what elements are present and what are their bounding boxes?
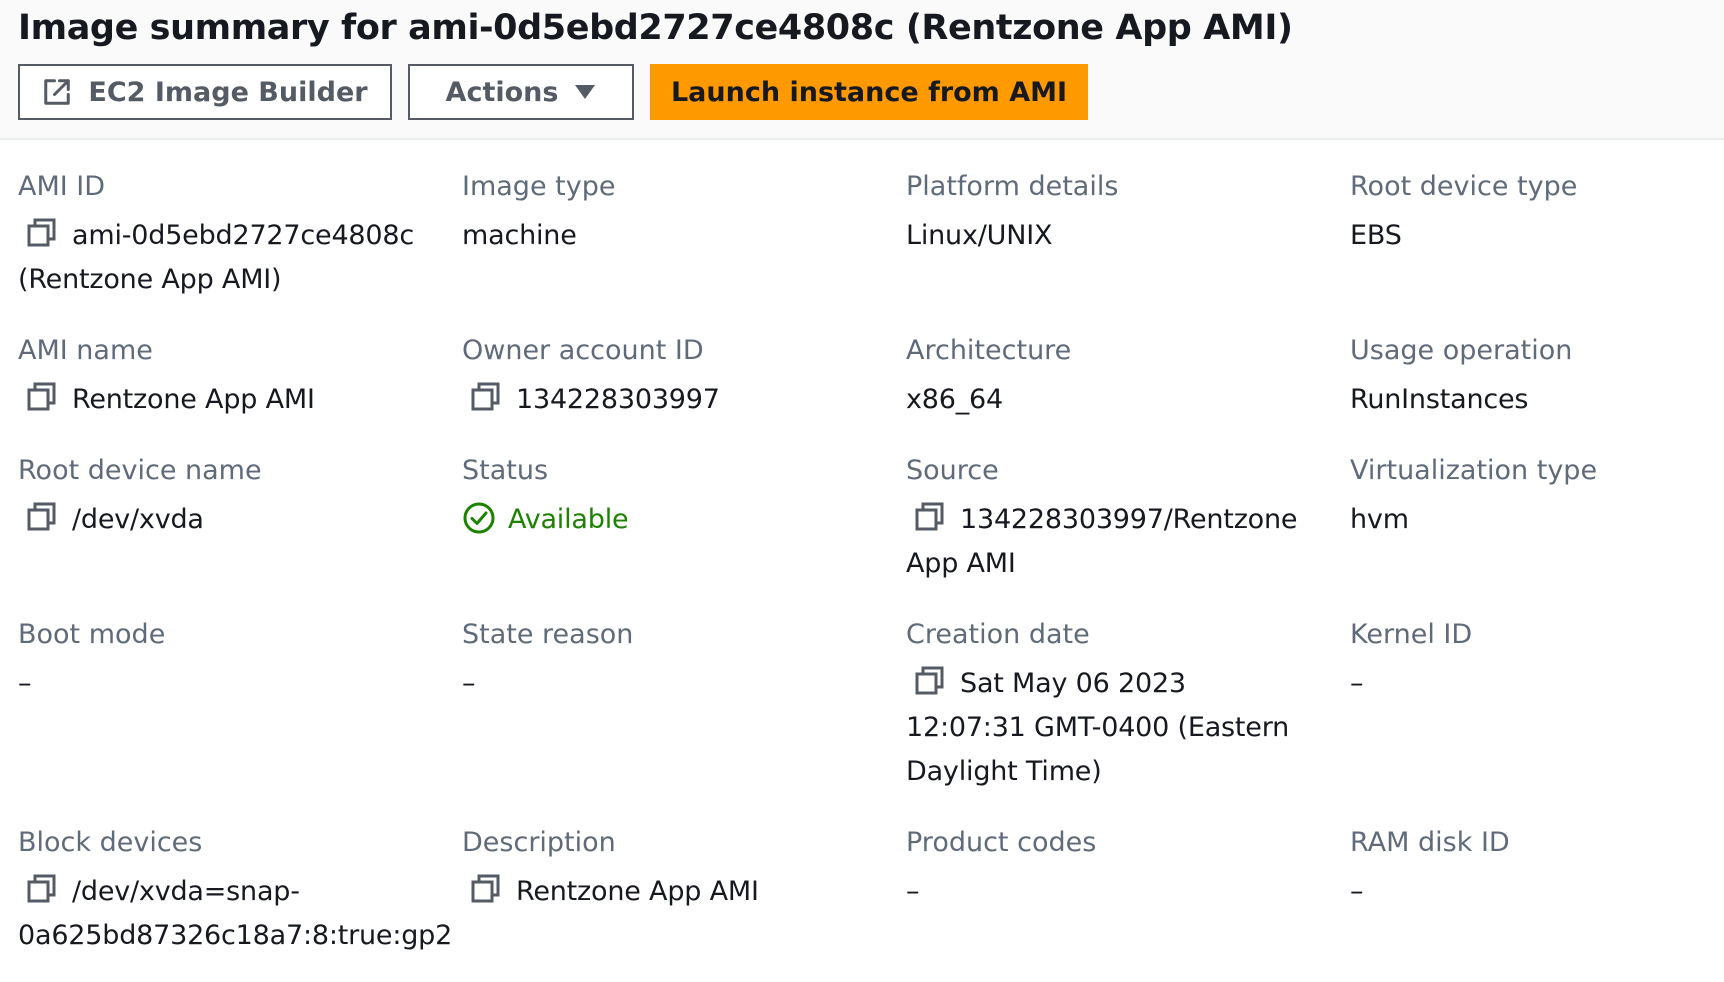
copy-icon[interactable] <box>26 501 58 533</box>
product-codes-label: Product codes <box>906 827 1097 858</box>
actions-dropdown-button[interactable]: Actions <box>408 64 634 120</box>
state-reason-label: State reason <box>462 619 634 650</box>
ami-details-grid: AMI ID ami-0d5ebd2727ce4808c (Rentzone A… <box>18 140 1708 982</box>
check-circle-icon <box>463 502 495 534</box>
owner-account-id-value: 134228303997 <box>462 378 862 422</box>
source-text: 134228303997/Rentzone App AMI <box>906 504 1298 579</box>
platform-details-label: Platform details <box>906 171 1119 202</box>
virtualization-type-label: Virtualization type <box>1350 455 1598 486</box>
kernel-id-value: – <box>1350 668 1364 699</box>
usage-operation-value: RunInstances <box>1350 384 1529 415</box>
launch-instance-label: Launch instance from AMI <box>670 76 1068 108</box>
status-field: Status Available <box>462 454 862 542</box>
caret-down-icon <box>574 84 596 100</box>
usage-operation-label: Usage operation <box>1350 335 1573 366</box>
ami-name-field: AMI name Rentzone App AMI <box>18 334 418 422</box>
ram-disk-id-label: RAM disk ID <box>1350 827 1510 858</box>
creation-date-label: Creation date <box>906 619 1090 650</box>
ec2-image-builder-button[interactable]: EC2 Image Builder <box>18 64 392 120</box>
block-devices-field: Block devices /dev/xvda=snap-0a625bd8732… <box>18 826 458 958</box>
ami-name-text: Rentzone App AMI <box>72 384 315 415</box>
ram-disk-id-field: RAM disk ID – <box>1350 826 1724 914</box>
launch-instance-button[interactable]: Launch instance from AMI <box>650 64 1088 120</box>
copy-icon[interactable] <box>26 873 58 905</box>
ami-id-value: ami-0d5ebd2727ce4808c (Rentzone App AMI) <box>18 214 418 302</box>
status-badge: Available <box>508 504 629 535</box>
ami-id-label: AMI ID <box>18 171 106 202</box>
copy-icon[interactable] <box>470 381 502 413</box>
description-value: Rentzone App AMI <box>462 870 862 914</box>
architecture-field: Architecture x86_64 <box>906 334 1306 422</box>
usage-operation-field: Usage operation RunInstances <box>1350 334 1724 422</box>
description-field: Description Rentzone App AMI <box>462 826 862 914</box>
owner-account-id-text: 134228303997 <box>516 384 720 415</box>
source-label: Source <box>906 455 999 486</box>
state-reason-field: State reason – <box>462 618 862 706</box>
image-type-label: Image type <box>462 171 616 202</box>
ami-id-field: AMI ID ami-0d5ebd2727ce4808c (Rentzone A… <box>18 170 418 302</box>
block-devices-value: /dev/xvda=snap-0a625bd87326c18a7:8:true:… <box>18 870 452 958</box>
creation-date-value: Sat May 06 2023 12:07:31 GMT-0400 (Easte… <box>906 662 1306 794</box>
root-device-type-label: Root device type <box>1350 171 1578 202</box>
root-device-name-value: /dev/xvda <box>18 498 418 542</box>
ami-id-text: ami-0d5ebd2727ce4808c (Rentzone App AMI) <box>18 220 415 295</box>
kernel-id-label: Kernel ID <box>1350 619 1473 650</box>
product-codes-field: Product codes – <box>906 826 1306 914</box>
copy-icon[interactable] <box>914 501 946 533</box>
architecture-value: x86_64 <box>906 384 1003 415</box>
boot-mode-label: Boot mode <box>18 619 166 650</box>
actions-label: Actions <box>445 76 559 108</box>
copy-icon[interactable] <box>26 217 58 249</box>
root-device-name-label: Root device name <box>18 455 262 486</box>
copy-icon[interactable] <box>914 665 946 697</box>
root-device-type-value: EBS <box>1350 220 1402 251</box>
description-text: Rentzone App AMI <box>516 876 759 907</box>
owner-account-id-label: Owner account ID <box>462 335 704 366</box>
root-device-name-text: /dev/xvda <box>72 504 204 535</box>
block-devices-text: /dev/xvda=snap-0a625bd87326c18a7:8:true:… <box>18 876 453 951</box>
boot-mode-field: Boot mode – <box>18 618 418 706</box>
block-devices-label: Block devices <box>18 827 203 858</box>
ram-disk-id-value: – <box>1350 876 1364 907</box>
creation-date-text: Sat May 06 2023 12:07:31 GMT-0400 (Easte… <box>906 668 1290 787</box>
source-value: 134228303997/Rentzone App AMI <box>906 498 1306 586</box>
status-value: Available <box>462 498 862 542</box>
platform-details-field: Platform details Linux/UNIX <box>906 170 1306 258</box>
architecture-label: Architecture <box>906 335 1072 366</box>
virtualization-type-field: Virtualization type hvm <box>1350 454 1724 542</box>
source-field: Source 134228303997/Rentzone App AMI <box>906 454 1306 586</box>
creation-date-field: Creation date Sat May 06 2023 12:07:31 G… <box>906 618 1306 794</box>
page-header: Image summary for ami-0d5ebd2727ce4808c … <box>0 0 1724 140</box>
ami-name-label: AMI name <box>18 335 153 366</box>
owner-account-id-field: Owner account ID 134228303997 <box>462 334 862 422</box>
status-label: Status <box>462 455 549 486</box>
root-device-type-field: Root device type EBS <box>1350 170 1724 258</box>
image-type-field: Image type machine <box>462 170 862 258</box>
ec2-image-builder-label: EC2 Image Builder <box>88 76 368 108</box>
external-link-icon <box>42 77 72 107</box>
root-device-name-field: Root device name /dev/xvda <box>18 454 418 542</box>
product-codes-value: – <box>906 876 920 907</box>
copy-icon[interactable] <box>26 381 58 413</box>
boot-mode-value: – <box>18 668 32 699</box>
page-title: Image summary for ami-0d5ebd2727ce4808c … <box>18 8 1293 48</box>
state-reason-value: – <box>462 668 476 699</box>
description-label: Description <box>462 827 616 858</box>
ami-name-value: Rentzone App AMI <box>18 378 418 422</box>
virtualization-type-value: hvm <box>1350 504 1409 535</box>
copy-icon[interactable] <box>470 873 502 905</box>
image-type-value: machine <box>462 220 577 251</box>
kernel-id-field: Kernel ID – <box>1350 618 1724 706</box>
platform-details-value: Linux/UNIX <box>906 220 1053 251</box>
